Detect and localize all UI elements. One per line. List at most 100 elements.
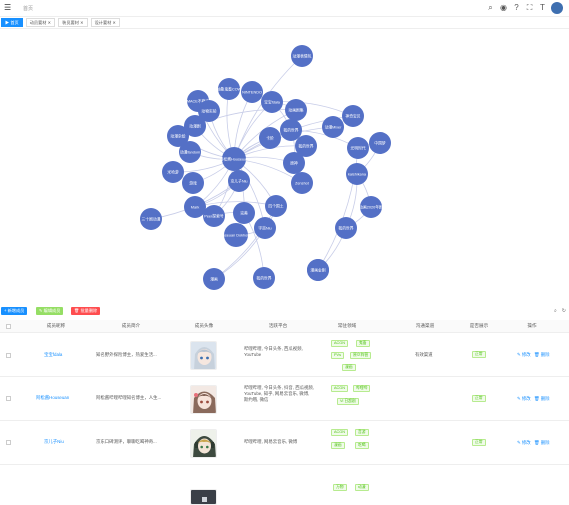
graph-node[interactable]: 漫画 <box>203 268 225 290</box>
graph-node-label: 漫画金刚 <box>310 268 325 273</box>
graph-node[interactable]: 原神 <box>283 152 305 174</box>
graph-node[interactable]: 宝宝fdala <box>261 91 283 113</box>
field-tag: 动漫 <box>355 484 369 491</box>
row-checkbox[interactable] <box>6 396 11 401</box>
search-icon[interactable]: ⌕ <box>486 3 495 13</box>
graph-node[interactable]: Peer探索号 <box>203 205 225 227</box>
graph-node-label: 三十剧动漫 <box>142 217 161 222</box>
member-name[interactable]: 京儿子Niu <box>44 439 64 445</box>
field-tag: 音游 <box>355 429 369 436</box>
add-member-button[interactable]: + 新增成员 <box>1 307 28 315</box>
graph-node[interactable]: 动画2020年剧 <box>359 196 383 218</box>
graph-node-label: 我的世界 <box>256 276 271 281</box>
graph-node[interactable]: 卡阶 <box>259 127 281 149</box>
edit-row-button[interactable]: ✎ 修改 <box>517 352 531 358</box>
member-avatar-image <box>190 429 217 458</box>
graph-node-label: 我的世界 <box>338 226 353 231</box>
graph-node[interactable]: 动漫fandom <box>179 141 201 163</box>
row-checkbox[interactable] <box>6 353 11 358</box>
table-row: 宝宝fdala 知名野外探险博主，热爱生活... 哔哩哔哩, 今日头条, 西瓜视… <box>0 334 569 377</box>
edit-member-button[interactable]: ✎ 编辑成员 <box>36 307 64 315</box>
tab-member-material[interactable]: 动员要材 ✕ <box>25 18 56 27</box>
delete-row-button[interactable]: 🗑 删除 <box>534 396 550 402</box>
graph-node[interactable]: 三十剧动漫 <box>140 208 162 230</box>
graph-node-label: 动漫fandom <box>180 150 200 155</box>
graph-node[interactable]: 神奇宝贝 <box>342 105 364 127</box>
member-avatar-image <box>190 385 217 414</box>
graph-node-label: Mark <box>191 206 200 210</box>
graph-node[interactable]: 动漫Mixer <box>322 116 344 138</box>
field-tag: 哔哩哔 <box>353 385 371 392</box>
graph-node[interactable]: 京儿子Niu <box>228 170 250 192</box>
graph-node-label: Houseuan Dokholidal <box>218 234 254 238</box>
member-intro: 阿松酱哔哩哔哩知名博主，人生... <box>96 395 162 400</box>
graph-node[interactable]: 我的世界 <box>335 217 357 239</box>
graph-node[interactable]: Mark <box>184 196 206 218</box>
column-header: 沟通渠道 <box>415 323 435 328</box>
tab-equipment-material[interactable]: 装员要材 ✕ <box>58 18 88 27</box>
member-avatar-image <box>190 341 217 370</box>
member-intro: 知名野外探险博主，热爱生活... <box>96 352 157 357</box>
tags-view-bar: ▶ 首页 动员要材 ✕ 装员要材 ✕ 设计要材 ✕ <box>0 17 569 29</box>
menu-toggle-icon[interactable]: ☰ <box>4 4 12 12</box>
graph-node[interactable]: 米哈游 <box>162 161 184 183</box>
graph-node-label: 宇宙Niu <box>258 226 271 231</box>
graph-node-label: 神奇宝贝 <box>345 114 360 119</box>
graph-node[interactable]: 四个国土 <box>265 195 287 217</box>
graph-node-label: 动漫剧 <box>189 124 201 129</box>
graph-node[interactable]: 抽象鬼畜COW <box>217 78 242 100</box>
member-platforms: 哔哩哔哩, 今日头条, 抖音, 西瓜视频, YouTube, 知乎, 网易云音乐… <box>244 385 315 402</box>
graph-node[interactable]: Houseuan Dokholidal <box>218 223 254 247</box>
field-tag: ACGN <box>331 385 348 392</box>
graph-node[interactable]: 动漫表情包 <box>291 45 313 67</box>
graph-node[interactable]: NINTENDO <box>241 81 263 103</box>
graph-node[interactable]: 中国梦 <box>369 132 391 154</box>
row-checkbox[interactable] <box>6 440 11 445</box>
graph-node[interactable]: 完美 <box>233 202 255 224</box>
graph-node[interactable]: 光明时代 <box>347 137 369 159</box>
column-header: 成员昵称 <box>46 323 66 328</box>
graph-node[interactable]: 我的世界 <box>280 119 302 141</box>
delete-row-button[interactable]: 🗑 删除 <box>534 352 550 358</box>
github-icon[interactable]: ◉ <box>499 3 508 13</box>
graph-node-label: 我的世界 <box>298 144 313 149</box>
graph-node-label: 我的世界 <box>283 128 298 133</box>
batch-delete-button[interactable]: 🗑 批量删除 <box>71 307 101 315</box>
graph-node[interactable]: kaishikana <box>346 163 368 185</box>
breadcrumb[interactable]: 首页 <box>23 5 33 12</box>
tab-design-material[interactable]: 设计要材 ✕ <box>90 18 121 27</box>
select-all-checkbox[interactable] <box>6 324 11 329</box>
graph-node-label: 动漫表情包 <box>293 54 312 59</box>
fullscreen-icon[interactable]: ⛶ <box>525 3 534 13</box>
graph-node-label: 动画剧集 <box>288 108 303 113</box>
member-name[interactable]: 阿松酱Houseuan <box>36 395 69 401</box>
graph-node[interactable]: 漫画金刚 <box>307 259 329 281</box>
member-name[interactable]: 宝宝fdala <box>44 352 62 358</box>
graph-node[interactable]: 宇宙Niu <box>254 217 276 239</box>
font-size-icon[interactable]: T <box>538 3 547 13</box>
graph-node-label: 京儿子Niu <box>230 179 247 184</box>
graph-node[interactable]: 游戏 <box>182 172 204 194</box>
refresh-icon[interactable]: ↻ <box>562 308 566 314</box>
search-icon[interactable]: ⌕ <box>554 308 557 314</box>
graph-node-label: Peer探索号 <box>204 214 224 219</box>
tab-home[interactable]: ▶ 首页 <box>1 18 23 27</box>
graph-node[interactable]: Zenshot <box>291 172 313 194</box>
column-header: 操作 <box>527 323 537 328</box>
table-row: 万物 动漫 <box>0 465 569 505</box>
graph-node-label: 漫画 <box>210 277 218 282</box>
table-row: 京儿子Niu 京东口碑测评，聊聊吃喝神奇... 哔哩哔哩, 网易云音乐, 微博 … <box>0 421 569 465</box>
column-header: 活跃平台 <box>268 323 288 328</box>
delete-row-button[interactable]: 🗑 删除 <box>534 440 550 446</box>
graph-node-label: 中国梦 <box>374 141 386 146</box>
field-tag: 原众阵营 <box>350 352 372 359</box>
edit-row-button[interactable]: ✎ 修改 <box>517 440 531 446</box>
user-avatar[interactable] <box>551 2 563 14</box>
help-icon[interactable]: ? <box>512 3 521 13</box>
edit-row-button[interactable]: ✎ 修改 <box>517 396 531 402</box>
graph-node[interactable]: 动画剧集 <box>285 99 307 121</box>
graph-node[interactable]: 我的世界 <box>253 267 275 289</box>
relation-graph[interactable]: 动漫表情包抽象鬼畜COWNINTENDOMACE不稳定动物实验宝宝fdala动画… <box>0 29 569 304</box>
table-row: 阿松酱Houseuan 阿松酱哔哩哔哩知名博主，人生... 哔哩哔哩, 今日头条… <box>0 377 569 421</box>
graph-node-label: 宝宝fdala <box>264 100 281 105</box>
